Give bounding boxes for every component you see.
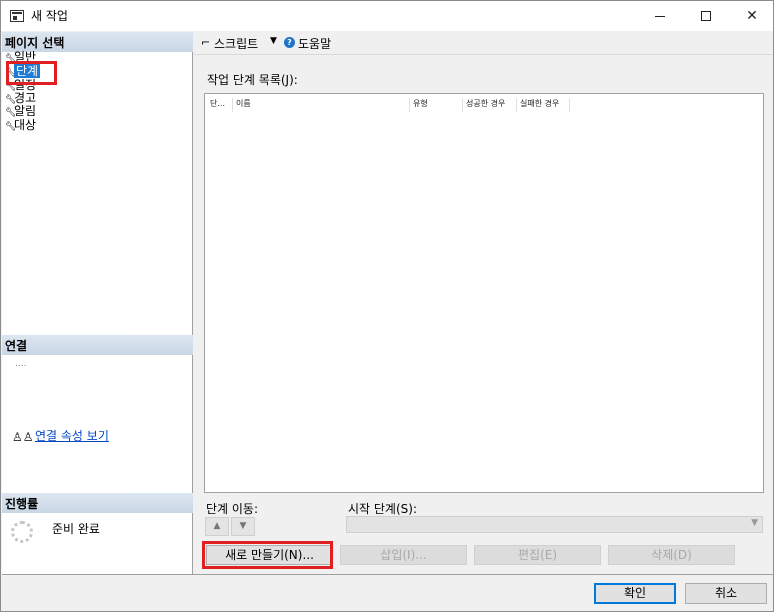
page-item-label: 경고 — [14, 91, 37, 105]
script-dropdown-icon[interactable]: ▼ — [270, 36, 277, 46]
script-button[interactable]: 스크립트 — [214, 35, 258, 52]
column-header-step[interactable]: 단... — [207, 98, 233, 112]
page-item-targets[interactable]: 🔧︎대상 — [5, 118, 37, 133]
move-step-label: 단계 이동: — [206, 502, 259, 516]
start-step-select[interactable]: ▼ — [346, 516, 763, 533]
close-button[interactable]: ✕ — [729, 1, 774, 31]
move-down-button[interactable]: ▼ — [231, 517, 255, 536]
column-header-type[interactable]: 유형 — [410, 98, 463, 112]
cancel-button[interactable]: 취소 — [685, 583, 767, 604]
app-icon — [10, 10, 24, 22]
progress-spinner-icon — [11, 521, 33, 543]
progress-header: 진행률 — [2, 493, 193, 513]
maximize-icon — [701, 11, 711, 21]
script-icon: ⌐ — [201, 36, 211, 49]
page-item-notifications[interactable]: 🔧︎알림 — [5, 104, 37, 119]
minimize-button[interactable] — [637, 1, 683, 31]
ok-button[interactable]: 확인 — [594, 583, 676, 604]
insert-step-button[interactable]: 삽입(I)... — [340, 545, 467, 565]
toolbar: ⌐ 스크립트 ▼ ? 도움말 — [194, 32, 773, 55]
column-header-name[interactable]: 이름 — [233, 98, 410, 112]
new-job-dialog: 새 작업 ✕ 페이지 선택 🔧︎일반 🔧︎단계 🔧︎일정 🔧︎경고 🔧︎알림 🔧… — [0, 0, 774, 612]
wrench-icon: 🔧︎ — [5, 122, 17, 132]
progress-status: 준비 완료 — [52, 522, 100, 536]
column-header-on-failure[interactable]: 실패한 경우 — [517, 98, 570, 112]
minimize-icon — [655, 15, 665, 17]
arrow-down-icon: ▼ — [239, 521, 247, 531]
job-step-list[interactable]: 단... 이름 유형 성공한 경우 실패한 경우 — [204, 93, 764, 493]
left-panel: 페이지 선택 🔧︎일반 🔧︎단계 🔧︎일정 🔧︎경고 🔧︎알림 🔧︎대상 연결 … — [2, 32, 193, 574]
start-step-label: 시작 단계(S): — [348, 502, 417, 516]
delete-step-button[interactable]: 삭제(D) — [608, 545, 735, 565]
close-icon: ✕ — [746, 8, 758, 24]
move-up-button[interactable]: ▲ — [205, 517, 229, 536]
connection-header: 연결 — [2, 335, 193, 355]
highlight-steps-box — [6, 61, 57, 85]
arrow-up-icon: ▲ — [213, 521, 221, 531]
help-button[interactable]: 도움말 — [298, 35, 331, 52]
help-icon: ? — [284, 37, 295, 48]
maximize-button[interactable] — [683, 1, 729, 31]
title-bar: 새 작업 ✕ — [1, 1, 773, 31]
chevron-down-icon: ▼ — [751, 518, 758, 528]
view-connection-properties-link[interactable]: 연결 속성 보기 — [35, 427, 109, 444]
page-item-label: 알림 — [14, 104, 37, 118]
highlight-new-button-box — [202, 541, 333, 569]
window-title: 새 작업 — [31, 9, 68, 23]
connection-properties-icon: ♙♙ — [12, 430, 34, 444]
job-step-list-label: 작업 단계 목록(J): — [207, 73, 298, 87]
connection-value: .... — [15, 359, 27, 369]
footer-divider — [2, 574, 774, 575]
column-header-on-success[interactable]: 성공한 경우 — [463, 98, 517, 112]
page-item-label: 대상 — [14, 118, 37, 132]
toolbar-divider — [194, 54, 773, 55]
edit-step-button[interactable]: 편집(E) — [474, 545, 601, 565]
page-select-header: 페이지 선택 — [2, 32, 193, 52]
